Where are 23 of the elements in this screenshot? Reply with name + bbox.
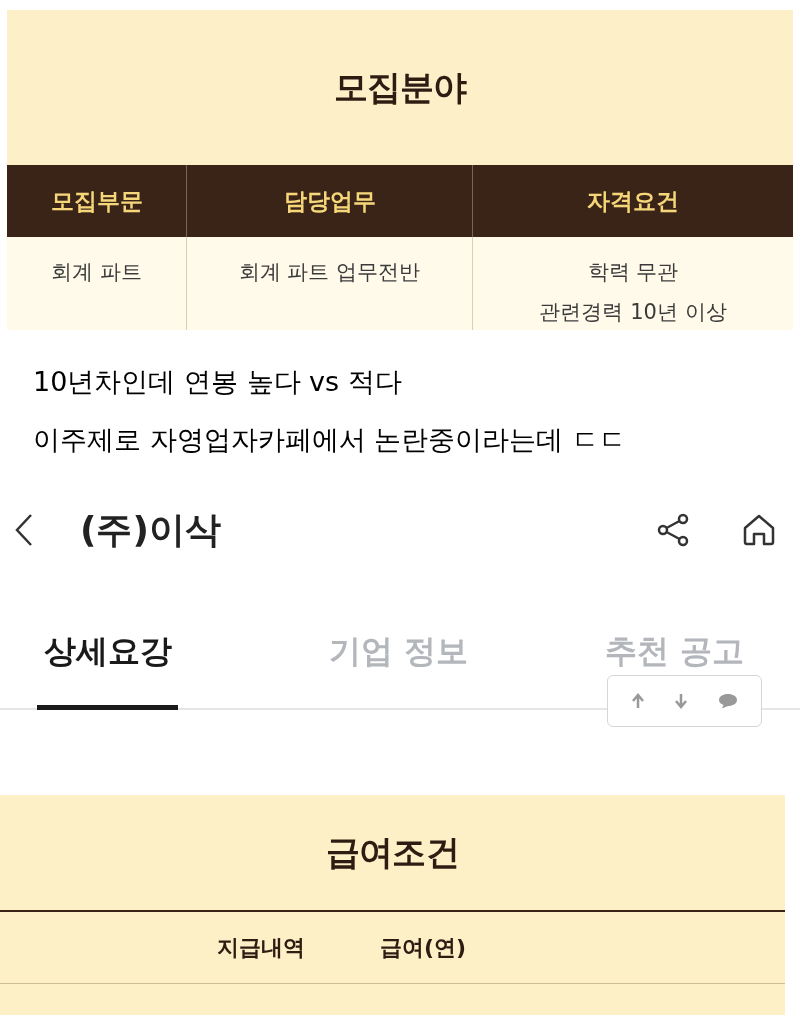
column-header: 지급내역 xyxy=(217,934,306,962)
column-header: 모집부문 xyxy=(50,186,143,216)
comment-icon[interactable] xyxy=(718,693,739,709)
back-icon[interactable] xyxy=(14,513,34,547)
up-arrow-icon[interactable] xyxy=(630,693,645,709)
tab[interactable]: 기업 정보 xyxy=(329,629,469,673)
table-cell-text: 회계 파트 xyxy=(51,259,142,286)
down-arrow-icon[interactable] xyxy=(674,693,689,709)
caption-text: 10년차인데 연봉 높다 vs 적다 xyxy=(33,365,403,399)
home-icon[interactable] xyxy=(742,513,776,547)
table-cell-text: 회계 파트 업무전반 xyxy=(238,259,421,286)
column-header: 자격요건 xyxy=(587,186,679,216)
column-header: 급여(연) xyxy=(380,934,467,962)
page-title: (주)이삭 xyxy=(80,508,222,552)
panel-title: 모집분야 xyxy=(333,66,467,109)
share-icon[interactable] xyxy=(656,513,690,547)
tab[interactable]: 추천 공고 xyxy=(605,629,745,673)
column-header: 담당업무 xyxy=(283,186,376,216)
table-cell-text: 학력 무관 xyxy=(587,259,679,286)
tab[interactable]: 상세요강 xyxy=(37,629,178,673)
table-cell-text: 관련경력 10년 이상 xyxy=(539,299,727,326)
caption-text: 이주제로 자영업자카페에서 논란중이라는데 ㄷㄷ xyxy=(33,423,627,457)
panel-title: 급여조건 xyxy=(326,831,459,874)
